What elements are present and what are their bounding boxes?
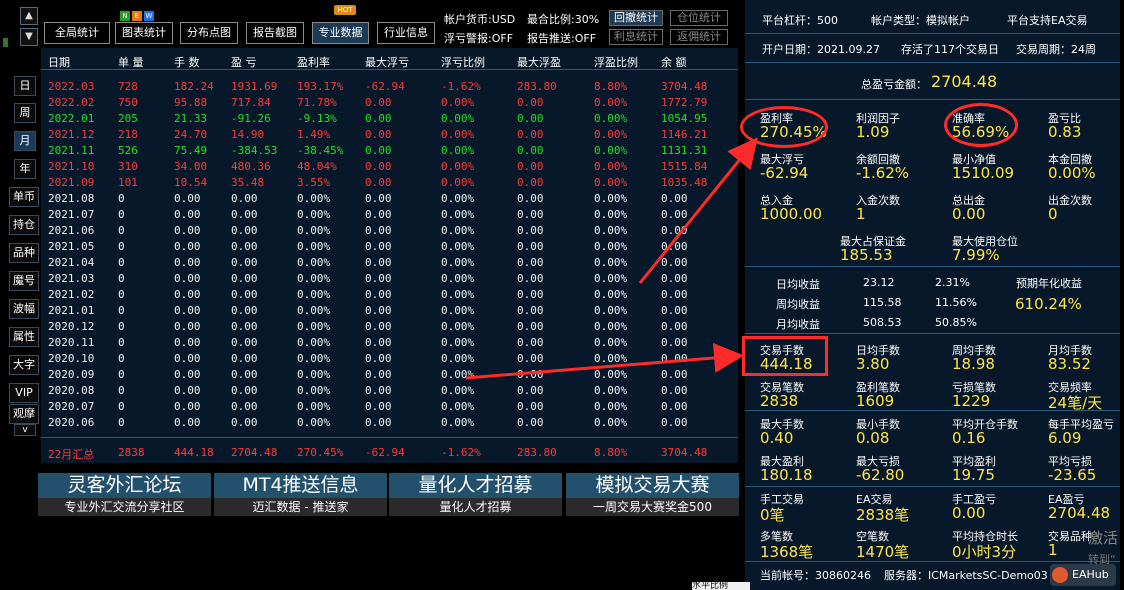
annotation-arrows (465, 137, 758, 380)
